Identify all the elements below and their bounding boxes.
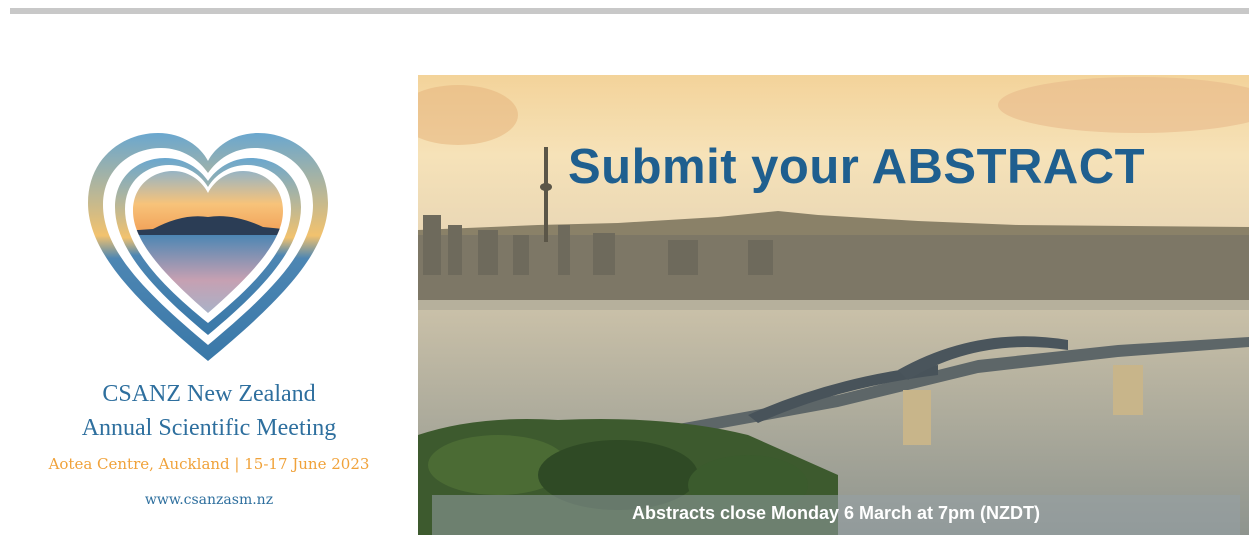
headline: Submit your ABSTRACT: [568, 140, 1146, 194]
deadline-banner: Abstracts close Monday 6 March at 7pm (N…: [432, 495, 1240, 535]
deadline-text: Abstracts close Monday 6 March at 7pm (N…: [631, 503, 1041, 523]
auckland-photo: Submit your ABSTRACT Abstracts close Mon…: [418, 75, 1249, 535]
top-divider: [10, 8, 1249, 14]
website-link[interactable]: www.csanzasm.nz: [0, 492, 418, 508]
meeting-name: CSANZ New Zealand: [102, 381, 316, 407]
conference-banner[interactable]: CSANZ New Zealand Annual Scientific Meet…: [0, 75, 1249, 535]
meeting-subtitle: Annual Scientific Meeting: [81, 415, 337, 441]
logo-panel: CSANZ New Zealand Annual Scientific Meet…: [0, 75, 418, 535]
heart-icon: [88, 133, 328, 361]
venue-dates: Aotea Centre, Auckland | 15-17 June 2023: [48, 455, 370, 473]
